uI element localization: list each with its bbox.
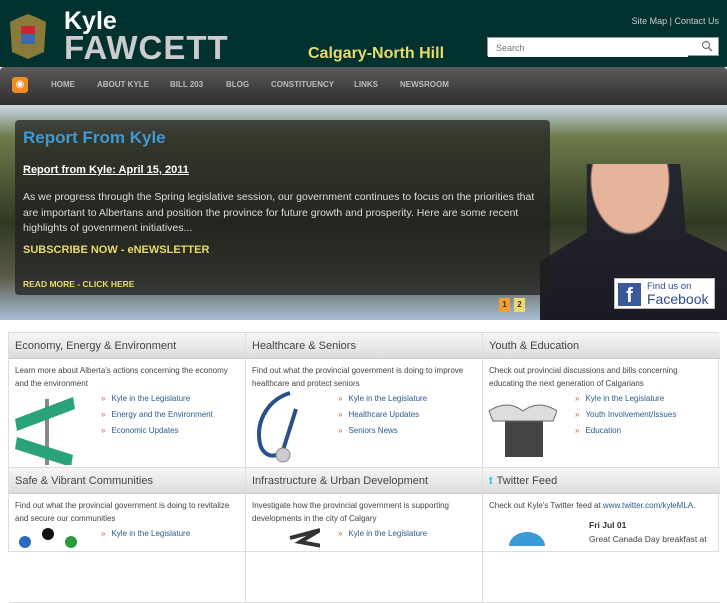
search-icon[interactable]: [701, 40, 713, 52]
box-title: Youth & Education: [483, 333, 720, 359]
link-education[interactable]: Education: [585, 426, 621, 435]
box-communities: Safe & Vibrant Communities Find out what…: [9, 468, 246, 603]
report-body: As we progress through the Spring legisl…: [23, 191, 535, 234]
chevron-icon: »: [101, 529, 106, 538]
box-title: Infrastructure & Urban Development: [246, 468, 482, 494]
link-item[interactable]: » Kyle in the Legislature: [101, 528, 190, 540]
link-item[interactable]: » Economic Updates: [101, 425, 213, 437]
link-healthcare-updates[interactable]: Healthcare Updates: [348, 410, 419, 419]
community-image: [19, 528, 77, 548]
slide-page-2[interactable]: 2: [514, 298, 525, 312]
report-date-link[interactable]: Report from Kyle: April 15, 2011: [23, 164, 189, 176]
facebook-button[interactable]: f Find us on Facebook: [614, 278, 715, 309]
link-item[interactable]: » Healthcare Updates: [338, 409, 427, 421]
twitter-bird-image: [509, 532, 545, 546]
nav-constituency[interactable]: CONSTITUENCY: [271, 80, 334, 89]
link-legislature[interactable]: Kyle in the Legislature: [111, 529, 190, 538]
search-input[interactable]: [488, 39, 688, 57]
hero-banner: Report From Kyle Report from Kyle: April…: [0, 105, 727, 320]
tweet-date: Fri Jul 01: [589, 520, 627, 530]
link-seniors-news[interactable]: Seniors News: [348, 426, 397, 435]
rss-icon[interactable]: ◉: [12, 77, 28, 93]
link-legislature[interactable]: Kyle in the Legislature: [111, 394, 190, 403]
box-title: t Twitter Feed: [483, 468, 720, 494]
chevron-icon: »: [101, 426, 106, 435]
header: Kyle FAWCETT Calgary-North Hill Site Map…: [0, 0, 727, 67]
alberta-crest-logo: [10, 14, 46, 59]
link-item[interactable]: » Energy and the Environment: [101, 409, 213, 421]
chevron-icon: »: [101, 394, 106, 403]
link-energy[interactable]: Energy and the Environment: [111, 410, 212, 419]
link-list: » Kyle in the Legislature: [101, 528, 190, 544]
topic-grid: Economy, Energy & Environment Learn more…: [8, 332, 720, 603]
link-legislature[interactable]: Kyle in the Legislature: [348, 529, 427, 538]
nav-links[interactable]: LINKS: [354, 80, 378, 89]
slide-page-1[interactable]: 1: [499, 298, 510, 312]
link-list: » Kyle in the Legislature » Healthcare Upd…: [338, 393, 427, 441]
main-nav: ◉ HOME ABOUT KYLE BILL 203 BLOG CONSTITU…: [0, 67, 727, 105]
box-title: Safe & Vibrant Communities: [9, 468, 245, 494]
tweet-text: Great Canada Day breakfast at: [589, 534, 707, 544]
twitter-title: Twitter Feed: [496, 475, 558, 487]
link-item[interactable]: » Kyle in the Legislature: [338, 528, 427, 540]
link-economic-updates[interactable]: Economic Updates: [111, 426, 178, 435]
link-legislature[interactable]: Kyle in the Legislature: [348, 394, 427, 403]
twitter-link[interactable]: www.twitter.com/kyleMLA.: [603, 501, 695, 510]
riding-name: Calgary-North Hill: [308, 45, 445, 62]
link-legislature[interactable]: Kyle in the Legislature: [585, 394, 664, 403]
nav-about-kyle[interactable]: ABOUT KYLE: [97, 80, 149, 89]
subscribe-link[interactable]: SUBSCRIBE NOW - eNEWSLETTER: [23, 244, 209, 256]
read-more-link[interactable]: READ MORE - CLICK HERE: [23, 279, 134, 289]
link-item[interactable]: » Seniors News: [338, 425, 427, 437]
nav-newsroom[interactable]: NEWSROOM: [400, 80, 449, 89]
books-image: [488, 404, 557, 457]
box-desc: Check out Kyle's Twitter feed at www.twi…: [483, 494, 720, 519]
link-item[interactable]: » Kyle in the Legislature: [338, 393, 427, 405]
report-panel: Report From Kyle Report from Kyle: April…: [15, 120, 550, 312]
link-youth[interactable]: Youth Involvement/Issues: [585, 410, 676, 419]
street-sign-image: [15, 397, 75, 465]
chevron-icon: »: [575, 426, 580, 435]
nav-bill-203[interactable]: BILL 203: [170, 80, 203, 89]
box-twitter: t Twitter Feed Check out Kyle's Twitter f…: [483, 468, 720, 603]
chevron-icon: »: [338, 394, 343, 403]
link-item[interactable]: » Youth Involvement/Issues: [575, 409, 676, 421]
twitter-desc: Check out Kyle's Twitter feed at: [489, 501, 601, 510]
chevron-icon: »: [575, 394, 580, 403]
link-list: » Kyle in the Legislature: [338, 528, 427, 544]
link-item[interactable]: » Kyle in the Legislature: [101, 393, 213, 405]
box-title: Economy, Energy & Environment: [9, 333, 245, 359]
site-title-last: FAWCETT: [64, 29, 229, 66]
link-item[interactable]: » Kyle in the Legislature: [575, 393, 676, 405]
chevron-icon: »: [575, 410, 580, 419]
box-title: Healthcare & Seniors: [246, 333, 482, 359]
nav-blog[interactable]: BLOG: [226, 80, 249, 89]
top-links: Site Map | Contact Us: [632, 16, 719, 26]
box-economy: Economy, Energy & Environment Learn more…: [9, 333, 246, 468]
facebook-line2: Facebook: [647, 291, 709, 307]
link-item[interactable]: » Education: [575, 425, 676, 437]
box-infrastructure: Infrastructure & Urban Development Inves…: [246, 468, 483, 603]
site-map-link[interactable]: Site Map: [632, 16, 668, 26]
stethoscope-image: [257, 391, 298, 463]
link-list: » Kyle in the Legislature » Energy and the…: [101, 393, 213, 441]
twitter-icon: t: [489, 475, 493, 487]
chevron-icon: »: [338, 426, 343, 435]
chevron-icon: »: [101, 410, 106, 419]
box-youth: Youth & Education Check out provincial d…: [483, 333, 720, 468]
nav-home[interactable]: HOME: [51, 80, 75, 89]
chevron-icon: »: [338, 410, 343, 419]
report-title: Report From Kyle: [23, 128, 166, 147]
facebook-icon: f: [618, 283, 641, 307]
link-list: » Kyle in the Legislature » Youth Involvem…: [575, 393, 676, 441]
road-image: [289, 528, 320, 548]
chevron-icon: »: [338, 529, 343, 538]
separator: |: [669, 16, 672, 26]
box-healthcare: Healthcare & Seniors Find out what the p…: [246, 333, 483, 468]
contact-link[interactable]: Contact Us: [674, 16, 719, 26]
search-box: [487, 37, 719, 57]
